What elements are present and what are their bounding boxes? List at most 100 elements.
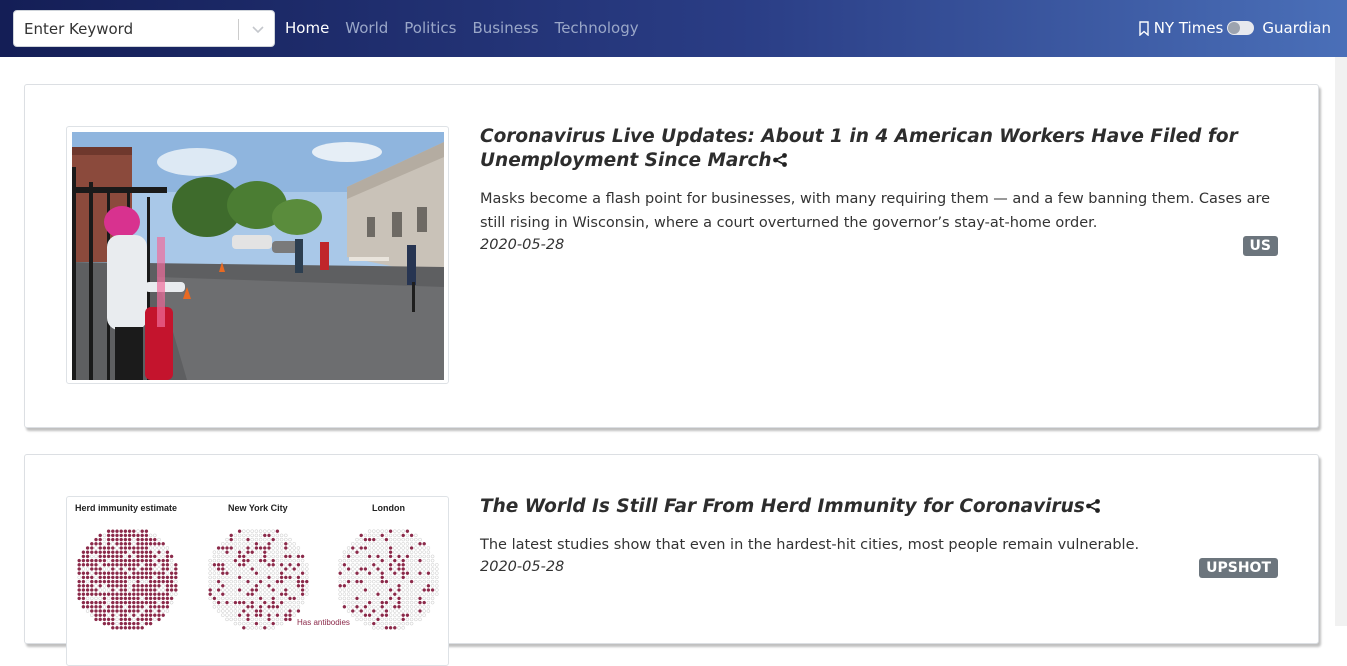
page-scrollbar[interactable]	[1335, 57, 1347, 626]
article-title[interactable]: The World Is Still Far From Herd Immunit…	[480, 495, 1290, 519]
population-dot	[367, 567, 372, 571]
population-dot	[414, 575, 418, 580]
population-dot	[233, 542, 238, 546]
article-title-text[interactable]: Coronavirus Live Updates: About 1 in 4 A…	[480, 126, 1238, 171]
population-dot	[279, 579, 284, 584]
population-dot	[127, 550, 132, 554]
nav-business[interactable]: Business	[472, 19, 538, 37]
population-dot	[393, 600, 397, 605]
article-summary: Masks become a flash point for businesse…	[480, 191, 1271, 231]
nav-technology[interactable]: Technology	[555, 19, 639, 37]
population-dot	[367, 542, 372, 546]
population-dot	[342, 600, 347, 605]
nav-home[interactable]: Home	[285, 19, 329, 37]
population-dot	[267, 546, 271, 550]
population-dot	[359, 563, 363, 567]
source-switch[interactable]	[1227, 21, 1255, 35]
population-dot	[221, 571, 225, 575]
population-dot	[405, 588, 410, 592]
population-dot	[77, 563, 81, 567]
population-dot	[132, 609, 136, 613]
population-dot	[98, 571, 102, 575]
population-dot	[367, 600, 372, 605]
population-dot	[275, 609, 280, 613]
share-icon[interactable]	[772, 152, 788, 168]
population-dot	[115, 621, 119, 626]
population-dot	[284, 588, 288, 592]
population-dot	[351, 613, 355, 617]
population-dot	[279, 621, 284, 626]
population-dot	[153, 546, 157, 550]
population-dot	[216, 600, 221, 605]
population-dot	[242, 600, 246, 605]
population-dot	[140, 584, 144, 588]
bookmark-icon[interactable]	[1138, 20, 1150, 36]
population-dot	[284, 600, 288, 605]
population-dot	[414, 613, 418, 617]
population-dot	[397, 588, 401, 592]
population-dot	[372, 563, 376, 567]
population-dot	[169, 588, 174, 592]
population-dot	[157, 592, 161, 596]
population-dot	[430, 592, 435, 596]
population-dot	[418, 537, 422, 542]
population-dot	[363, 575, 368, 580]
population-dot	[271, 584, 275, 588]
population-dot	[292, 554, 296, 559]
population-dot	[229, 613, 233, 617]
population-dot	[305, 579, 309, 584]
population-dot	[384, 596, 389, 601]
population-dot	[258, 596, 263, 601]
population-dot	[355, 563, 359, 567]
population-dot	[115, 558, 119, 563]
population-dot	[367, 550, 372, 554]
population-dot	[77, 592, 81, 596]
population-dot	[123, 600, 128, 605]
population-dot	[346, 567, 351, 571]
population-dot	[85, 605, 90, 609]
article-card[interactable]: Herd immunity estimate New York City Lon…	[24, 454, 1319, 666]
population-dot	[376, 592, 380, 596]
population-dot	[119, 596, 123, 601]
population-dot	[157, 575, 161, 580]
population-dot	[161, 571, 165, 575]
population-dot	[418, 600, 422, 605]
population-dot	[106, 613, 111, 617]
population-dot	[359, 600, 363, 605]
search-divider	[238, 19, 239, 40]
population-dot	[376, 567, 380, 571]
population-dot	[351, 600, 355, 605]
article-title[interactable]: Coronavirus Live Updates: About 1 in 4 A…	[480, 125, 1290, 173]
chevron-down-icon[interactable]	[250, 21, 266, 37]
population-dot	[119, 621, 123, 626]
population-dot	[397, 613, 401, 617]
population-dot	[119, 546, 123, 550]
population-dot	[127, 554, 132, 559]
population-dot	[363, 554, 368, 559]
share-icon[interactable]	[1085, 498, 1101, 514]
population-dot	[250, 626, 254, 630]
nav-world[interactable]: World	[345, 19, 388, 37]
article-title-text[interactable]: The World Is Still Far From Herd Immunit…	[480, 496, 1085, 517]
population-dot	[174, 571, 178, 575]
population-dot	[346, 596, 351, 601]
population-dot	[346, 550, 351, 554]
population-dot	[271, 533, 275, 538]
population-dot	[119, 537, 123, 542]
keyword-search-select[interactable]: Enter Keyword	[13, 10, 275, 47]
population-dot	[388, 571, 393, 575]
population-dot	[338, 567, 342, 571]
population-dot	[372, 621, 376, 626]
population-dot	[165, 605, 170, 609]
population-dot	[153, 550, 157, 554]
nav-politics[interactable]: Politics	[404, 19, 456, 37]
article-card[interactable]: Coronavirus Live Updates: About 1 in 4 A…	[24, 84, 1319, 428]
population-dot	[271, 592, 275, 596]
population-dot	[288, 613, 292, 617]
population-dot	[342, 567, 347, 571]
population-dot	[77, 579, 81, 584]
population-dot	[271, 554, 275, 559]
population-dot	[85, 550, 90, 554]
population-dot	[292, 571, 296, 575]
population-dot	[148, 567, 153, 571]
